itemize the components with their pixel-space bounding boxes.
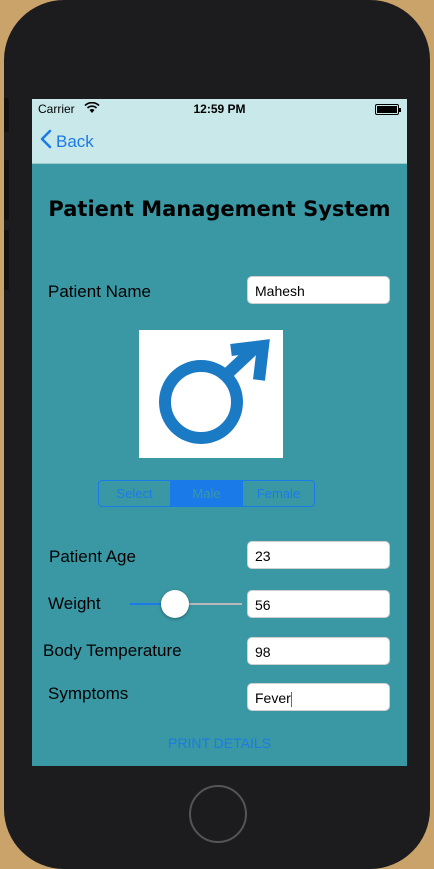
segment-select[interactable]: Select (99, 481, 171, 506)
mute-switch (4, 98, 9, 132)
body-temperature-label: Body Temperature (43, 641, 182, 660)
patient-age-label: Patient Age (49, 547, 136, 566)
back-label: Back (56, 131, 94, 151)
male-symbol-icon (139, 339, 283, 462)
symptoms-field[interactable]: Fever (247, 683, 390, 711)
app-screen: Carrier 12:59 PM Back Patient Management… (32, 99, 407, 766)
status-bar: Carrier 12:59 PM (32, 99, 407, 119)
weight-slider[interactable] (130, 589, 242, 619)
battery-icon (375, 104, 401, 115)
weight-field[interactable]: 56 (247, 590, 390, 618)
patient-name-field[interactable]: Mahesh (247, 276, 390, 304)
status-time: 12:59 PM (193, 102, 246, 116)
segment-male[interactable]: Male (171, 481, 243, 506)
navigation-bar: Back (32, 119, 407, 164)
symptoms-label: Symptoms (48, 684, 129, 703)
body-temperature-field[interactable]: 98 (247, 637, 390, 665)
volume-down-button (4, 230, 9, 290)
weight-label: Weight (48, 594, 101, 613)
symptoms-value: Fever (255, 690, 291, 706)
patient-name-label: Patient Name (48, 282, 151, 301)
slider-thumb[interactable] (160, 590, 189, 618)
chevron-left-icon (40, 129, 52, 154)
home-button[interactable] (189, 785, 247, 843)
volume-up-button (4, 160, 9, 220)
patient-age-field[interactable]: 23 (247, 541, 390, 569)
text-cursor (290, 691, 292, 707)
back-button[interactable]: Back (40, 129, 94, 154)
print-details-button[interactable]: PRINT DETAILS (32, 735, 407, 751)
page-title: Patient Management System (48, 197, 391, 221)
segment-female[interactable]: Female (243, 481, 314, 506)
gender-segmented-control: Select Male Female (98, 480, 315, 507)
gender-image (139, 330, 283, 458)
